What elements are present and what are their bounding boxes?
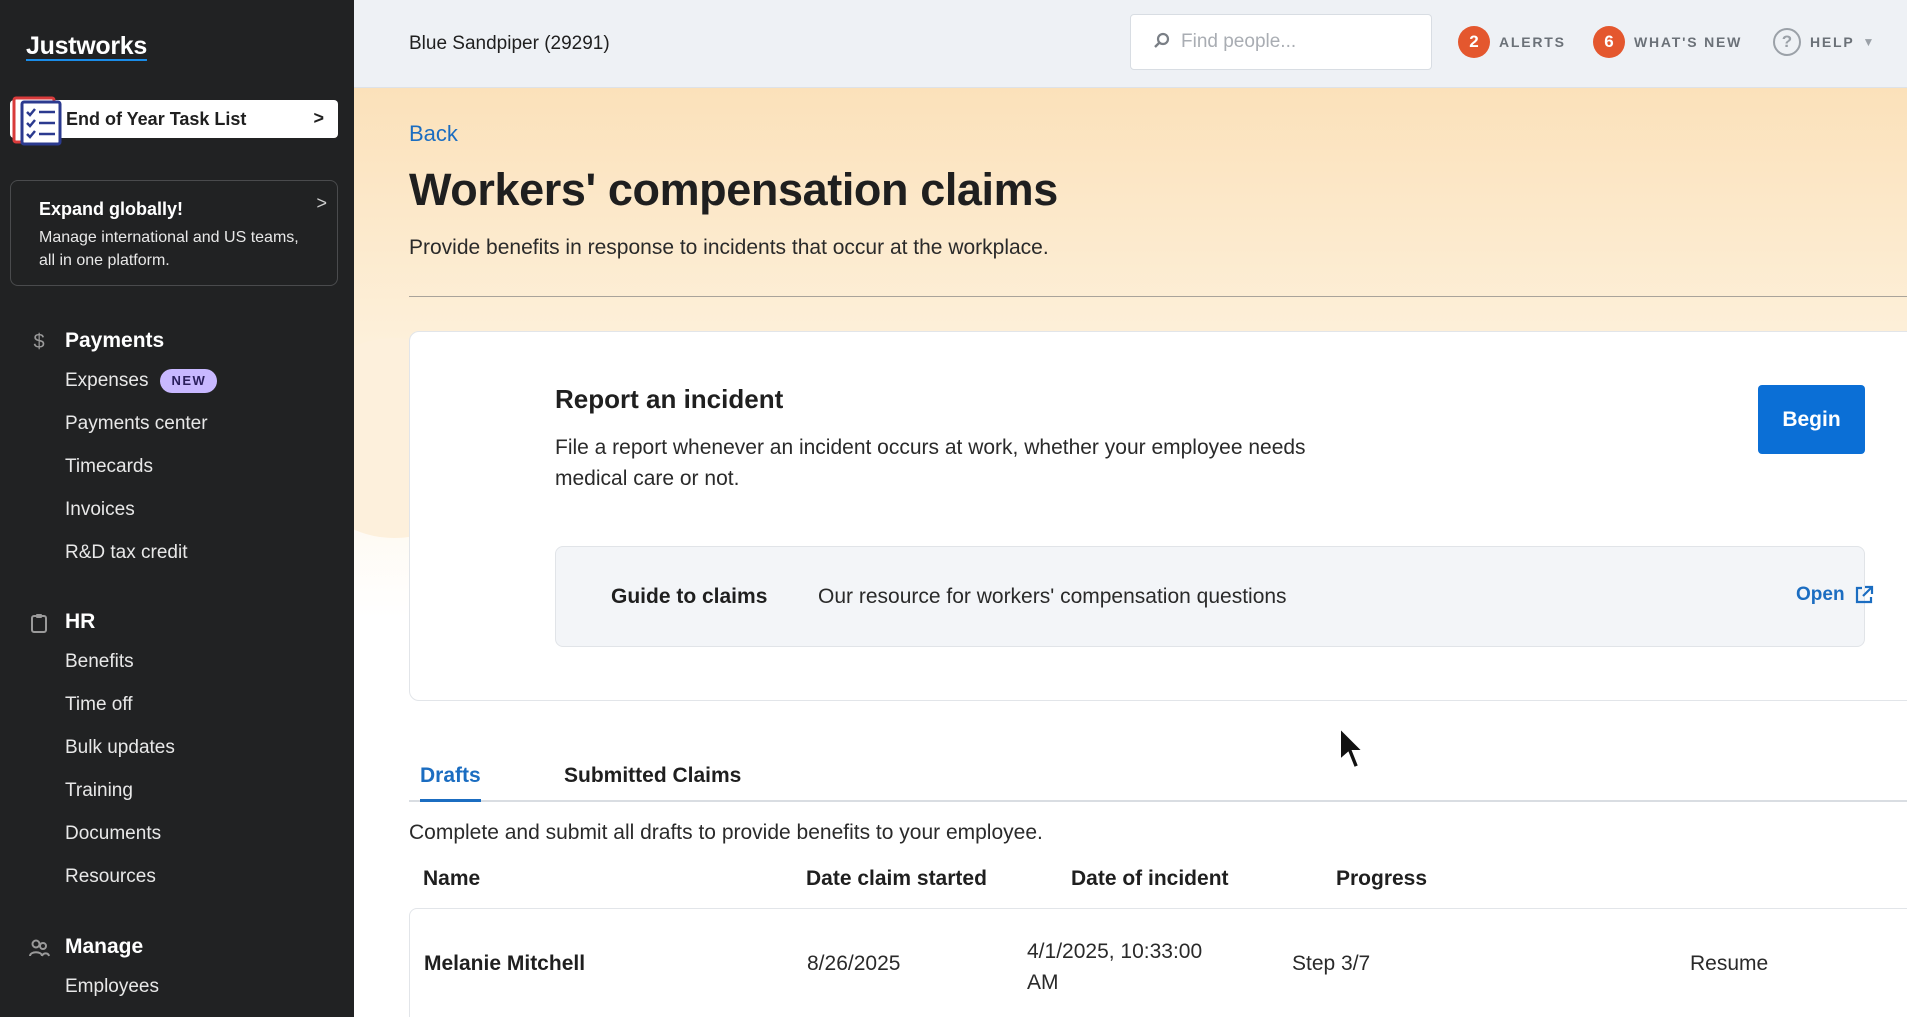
clipboard-icon — [31, 614, 47, 633]
column-header-date-incident: Date of incident — [1071, 867, 1229, 890]
table-row[interactable]: Melanie Mitchell 8/26/2025 4/1/2025, 10:… — [409, 908, 1907, 1017]
chevron-right-icon: > — [313, 108, 324, 128]
company-name[interactable]: Blue Sandpiper (29291) — [409, 33, 610, 55]
nav-heading-label: Manage — [65, 935, 144, 958]
claims-tabs: Drafts Submitted Claims — [409, 756, 1907, 802]
tab-drafts[interactable]: Drafts — [420, 756, 481, 802]
help-label: HELP — [1810, 34, 1855, 50]
help-icon: ? — [1773, 28, 1801, 56]
chevron-right-icon: > — [316, 193, 327, 213]
nav-section-hr: HR Benefits Time off Bulk updates Traini… — [0, 606, 354, 898]
whats-new-button[interactable]: 6 WHAT'S NEW — [1593, 25, 1742, 59]
main-content: Back Workers' compensation claims Provid… — [354, 88, 1907, 1017]
page-subtitle: Provide benefits in response to incident… — [409, 236, 1049, 259]
help-button[interactable]: ? HELP ▼ — [1773, 25, 1874, 59]
open-guide-link[interactable]: Open — [1796, 584, 1875, 606]
report-incident-title: Report an incident — [555, 384, 784, 414]
nav-heading-label: HR — [65, 610, 96, 633]
whats-new-label: WHAT'S NEW — [1634, 34, 1743, 50]
sidebar-item-label: Expenses — [65, 370, 149, 391]
report-incident-description: File a report whenever an incident occur… — [555, 436, 1306, 490]
claim-date-incident: 4/1/2025, 10:33:00 AM — [1027, 936, 1202, 998]
page-title: Workers' compensation claims — [409, 164, 1058, 215]
end-of-year-task-list-button[interactable]: End of Year Task List > — [10, 96, 338, 146]
guide-to-claims-banner: Guide to claims Our resource for workers… — [555, 546, 1873, 647]
search-icon — [1154, 32, 1170, 48]
column-header-name: Name — [423, 867, 481, 890]
claim-employee-name: Melanie Mitchell — [424, 952, 586, 975]
nav-heading-manage[interactable]: Manage — [0, 931, 354, 965]
claim-date-started: 8/26/2025 — [807, 952, 901, 975]
sidebar-item-payments-center[interactable]: Payments center — [0, 402, 354, 445]
task-list-label: End of Year Task List — [66, 109, 247, 129]
sidebar-item-expenses[interactable]: Expenses NEW — [0, 359, 354, 402]
sidebar-item-employees[interactable]: Employees — [0, 965, 354, 1008]
promo-title: Expand globally! — [39, 199, 184, 219]
resume-link[interactable]: Resume — [1690, 952, 1768, 976]
alerts-label: ALERTS — [1499, 34, 1566, 50]
sidebar-item-time-off[interactable]: Time off — [0, 683, 354, 726]
caret-down-icon: ▼ — [1862, 35, 1875, 49]
people-icon — [29, 939, 50, 957]
sidebar-item-rd-tax-credit[interactable]: R&D tax credit — [0, 531, 354, 574]
whats-new-count-badge: 6 — [1593, 26, 1625, 58]
expand-globally-promo[interactable]: Expand globally! Manage international an… — [10, 180, 338, 286]
nav-section-payments: $ Payments Expenses NEW Payments center … — [0, 325, 354, 574]
sidebar-item-benefits[interactable]: Benefits — [0, 640, 354, 683]
nav-heading-hr[interactable]: HR — [0, 606, 354, 640]
nav-heading-payments[interactable]: $ Payments — [0, 325, 354, 359]
checklist-icon — [12, 96, 62, 146]
claim-progress: Step 3/7 — [1292, 952, 1371, 975]
nav-section-manage: Manage Employees — [0, 931, 354, 1008]
tab-submitted-claims[interactable]: Submitted Claims — [564, 756, 741, 802]
dollar-icon: $ — [33, 331, 45, 353]
alerts-count-badge: 2 — [1458, 26, 1490, 58]
begin-button[interactable]: Begin — [1758, 385, 1865, 454]
nav-heading-label: Payments — [65, 329, 165, 352]
guide-title: Guide to claims — [611, 585, 768, 608]
back-link[interactable]: Back — [409, 121, 458, 147]
column-header-date-started: Date claim started — [806, 867, 987, 890]
sidebar-item-bulk-updates[interactable]: Bulk updates — [0, 726, 354, 769]
table-header: Name Date claim started Date of incident… — [409, 867, 1907, 907]
new-badge: NEW — [160, 368, 218, 393]
mouse-cursor-icon — [1339, 726, 1366, 770]
column-header-progress: Progress — [1336, 867, 1428, 890]
promo-body: Manage international and US teams, all i… — [39, 229, 299, 269]
sidebar: Justworks End of Year Task List > Expand… — [0, 0, 354, 1017]
justworks-logo[interactable]: Justworks — [26, 32, 147, 61]
sidebar-item-documents[interactable]: Documents — [0, 812, 354, 855]
search-box[interactable] — [1130, 14, 1432, 70]
report-incident-card: Report an incident File a report wheneve… — [409, 331, 1907, 701]
open-label: Open — [1796, 584, 1845, 605]
date-incident-line: AM — [1027, 971, 1059, 994]
sidebar-item-timecards[interactable]: Timecards — [0, 445, 354, 488]
divider — [409, 296, 1907, 297]
external-link-icon — [1855, 585, 1873, 604]
sidebar-item-training[interactable]: Training — [0, 769, 354, 812]
guide-description: Our resource for workers' compensation q… — [818, 585, 1287, 608]
date-incident-line: 4/1/2025, 10:33:00 — [1027, 940, 1203, 963]
tab-description: Complete and submit all drafts to provid… — [409, 821, 1043, 844]
top-bar: Blue Sandpiper (29291) 2 ALERTS 6 WHAT'S… — [354, 0, 1907, 88]
alerts-button[interactable]: 2 ALERTS — [1458, 25, 1566, 59]
search-input[interactable] — [1181, 29, 1411, 55]
sidebar-item-resources[interactable]: Resources — [0, 855, 354, 898]
sidebar-item-invoices[interactable]: Invoices — [0, 488, 354, 531]
